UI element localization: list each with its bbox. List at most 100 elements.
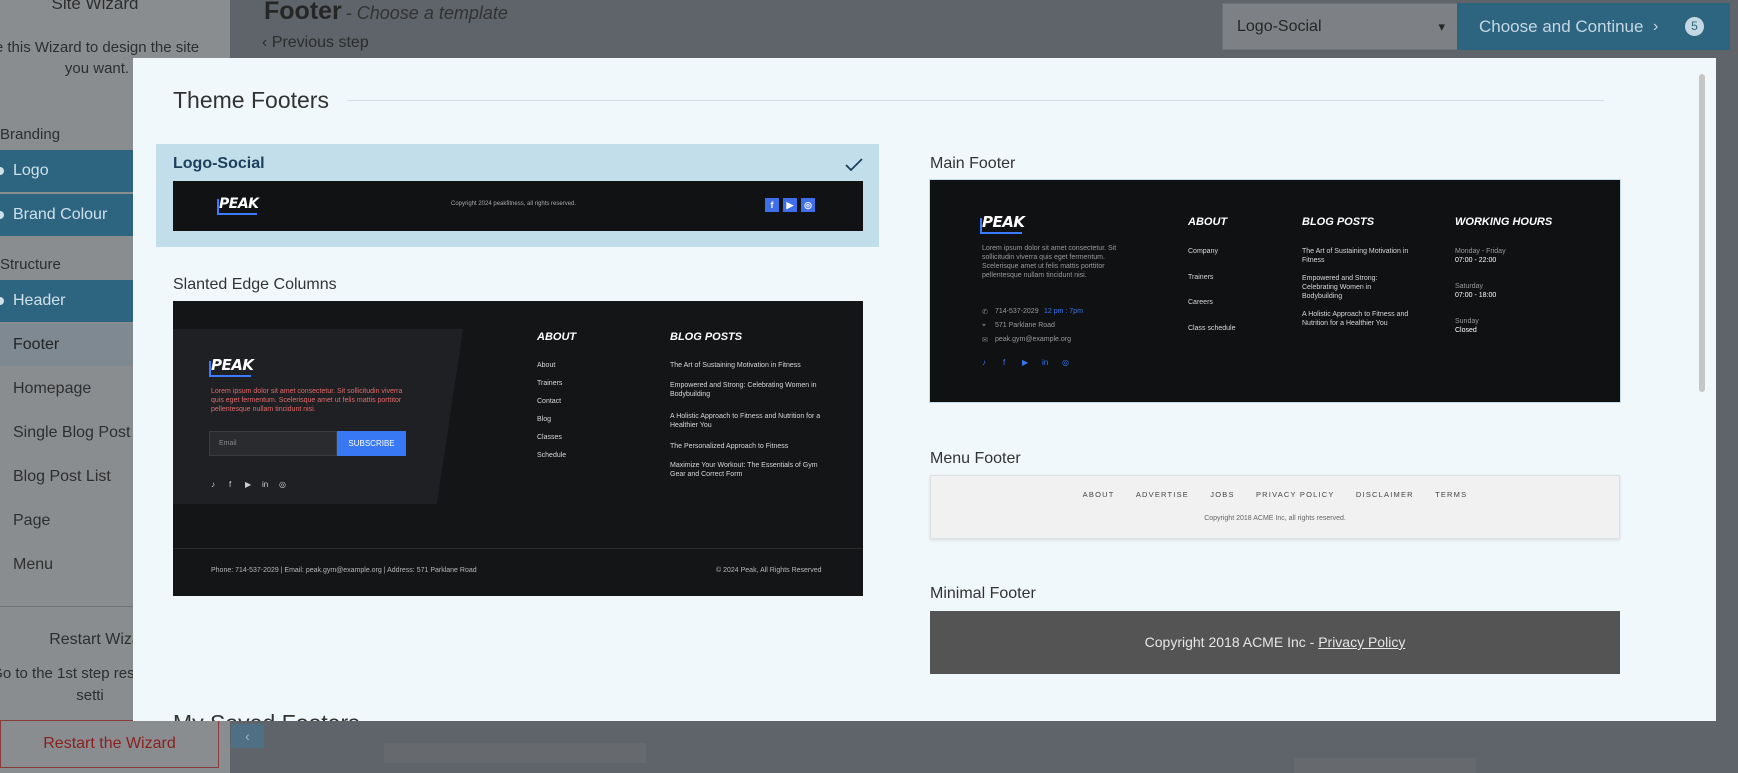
instagram-icon: ◎ (1062, 358, 1069, 367)
subscribe-button: SUBSCRIBE (337, 431, 406, 456)
linkedin-icon: in (262, 480, 269, 489)
about-link: Trainers (1188, 274, 1214, 281)
slanted-preview: PEAK Lorem ipsum dolor sit amet consecte… (173, 301, 863, 596)
section-branding: Branding (0, 126, 61, 143)
template-card-minimal-footer[interactable]: Minimal Footer Copyright 2018 ACME Inc -… (930, 585, 1620, 675)
checkmark-icon (845, 158, 863, 172)
menu-link: DISCLAIMER (1355, 490, 1414, 499)
restart-wizard-button[interactable]: Restart the Wizard (0, 720, 219, 768)
lorem-line: quis eget fermentum. Scelerisque amet ut… (211, 397, 402, 404)
facebook-icon: f (1003, 358, 1006, 367)
template-label: Logo-Social (173, 155, 265, 172)
about-link: Blog (537, 416, 552, 423)
step-dot-icon (0, 167, 4, 175)
main-footer-preview: PEAK Lorem ipsum dolor sit amet consecte… (930, 180, 1620, 402)
logo-social-preview: PEAK Copyright 2024 peakfitness, all rig… (173, 181, 863, 231)
about-heading: ABOUT (1188, 216, 1228, 228)
placeholder-block (384, 743, 646, 763)
chevron-right-icon: › (1653, 18, 1659, 35)
previous-step-link[interactable]: ‹ Previous step (262, 34, 369, 52)
about-link: Class schedule (1188, 325, 1236, 332)
lorem-line: pellentesque nullam tincidunt nisi. (211, 406, 316, 413)
hours-time: 07:00 - 22:00 (1455, 257, 1497, 264)
template-card-logo-social[interactable]: Logo-Social PEAK Copyright 2024 peakfitn… (173, 155, 863, 239)
minimal-footer-preview: Copyright 2018 ACME Inc - Privacy Policy (930, 611, 1620, 674)
peak-logo: PEAK (208, 356, 254, 377)
about-link: Schedule (537, 452, 567, 459)
saved-footers-heading: My Saved Footers (173, 710, 360, 721)
lorem-line: pellentesque nullam tincidunt nisi. (982, 272, 1087, 279)
template-card-menu-footer[interactable]: Menu Footer ABOUT ADVERTISE JOBS PRIVACY… (930, 450, 1620, 540)
about-link: About (537, 362, 556, 369)
modal-scrollbar[interactable] (1699, 74, 1705, 392)
blog-post-link: Healthier You (670, 422, 712, 429)
page-title: Footer - Choose a template (264, 0, 508, 25)
hours-time: Closed (1455, 327, 1477, 334)
about-heading: ABOUT (537, 331, 577, 343)
blog-post-link: A Holistic Approach to Fitness and Nutri… (670, 413, 821, 420)
phone-icon: ✆ (982, 309, 988, 316)
lorem-line: Lorem ipsum dolor sit amet consectetur. … (982, 245, 1117, 252)
step-dot-icon (0, 297, 4, 305)
address-text: 571 Parklane Road (995, 322, 1055, 329)
about-link: Classes (537, 434, 562, 441)
template-card-main-footer[interactable]: Main Footer PEAK Lorem ipsum dolor sit a… (930, 155, 1620, 402)
blog-post-link: Celebrating Women in (1302, 284, 1372, 291)
youtube-icon: ▶ (245, 480, 252, 489)
template-select[interactable]: Logo-Social ▾ (1222, 3, 1458, 50)
footer-copyright: Copyright 2024 peakfitness, all rights r… (451, 201, 577, 207)
blog-post-link: The Art of Sustaining Motivation in Fitn… (670, 362, 801, 369)
blog-heading: BLOG POSTS (1302, 216, 1375, 228)
modal-title: Theme Footers (173, 87, 329, 113)
blog-post-link: Nutrition for a Healthier You (1302, 320, 1388, 327)
facebook-icon: f (765, 198, 779, 212)
blog-post-link: Empowered and Strong: (1302, 275, 1378, 282)
blog-post-link: Fitness (1302, 257, 1325, 264)
blog-post-link: Gear and Correct Form (670, 471, 743, 478)
instagram-icon: ◎ (801, 198, 815, 212)
footer-copyright: © 2024 Peak, All Rights Reserved (716, 567, 822, 574)
blog-post-link: The Art of Sustaining Motivation in (1302, 248, 1409, 255)
blog-post-link: The Personalized Approach to Fitness (670, 443, 789, 450)
facebook-icon: f (229, 480, 232, 489)
tiktok-icon: ♪ (211, 480, 215, 489)
footer-contact-info: Phone: 714-537-2029 | Email: peak.gym@ex… (211, 567, 477, 574)
template-card-slanted-edge-columns[interactable]: Slanted Edge Columns PEAK Lorem ipsum do… (173, 276, 863, 596)
menu-link: ADVERTISE (1135, 490, 1189, 499)
location-icon: ⌖ (982, 322, 986, 329)
tiktok-icon: ♪ (982, 358, 986, 367)
about-link: Contact (537, 398, 562, 405)
blog-post-link: Maximize Your Workout: The Essentials of… (670, 462, 818, 469)
blog-post-link: A Holistic Approach to Fitness and (1302, 311, 1409, 318)
template-label: Main Footer (930, 155, 1016, 172)
email-text: peak.gym@example.org (995, 336, 1071, 343)
youtube-icon: ▶ (1022, 358, 1029, 367)
lorem-line: sollicitudin viverra quis eget fermentum… (982, 254, 1105, 261)
about-link: Careers (1188, 299, 1213, 306)
template-label: Slanted Edge Columns (173, 276, 337, 293)
linkedin-icon: in (1042, 358, 1049, 367)
mail-icon: ✉ (982, 337, 988, 344)
youtube-icon: ▶ (783, 198, 797, 212)
menu-link: ABOUT (1082, 490, 1115, 499)
hours-time: 07:00 - 18:00 (1455, 292, 1497, 299)
privacy-policy-link: Privacy Policy (1318, 634, 1406, 650)
blog-post-link: Bodybuilding (670, 391, 711, 398)
page-header: Footer - Choose a template ‹ Previous ste… (230, 0, 1738, 58)
chevron-left-icon[interactable]: ‹ (231, 724, 264, 748)
template-label: Menu Footer (930, 450, 1021, 467)
menu-link: JOBS (1210, 490, 1235, 499)
choose-continue-button[interactable]: Choose and Continue › 5 (1457, 3, 1730, 50)
menu-footer-links: ABOUT ADVERTISE JOBS PRIVACY POLICY DISC… (931, 490, 1619, 499)
hours-day: Sunday (1455, 318, 1479, 325)
lorem-line: Scelerisque amet ut felis mattis porttit… (982, 263, 1105, 270)
hours-heading: WORKING HOURS (1455, 216, 1553, 228)
hours-short: 12 pm : 7pm (1044, 308, 1083, 315)
menu-link: PRIVACY POLICY (1255, 490, 1335, 499)
section-structure: Structure (0, 256, 61, 273)
about-link: Company (1188, 248, 1218, 255)
menu-footer-preview: ABOUT ADVERTISE JOBS PRIVACY POLICY DISC… (930, 475, 1620, 539)
template-label: Minimal Footer (930, 585, 1036, 602)
phone-text: 714-537-2029 (995, 308, 1039, 315)
template-modal: Theme Footers Logo-Social PEAK Copyright… (133, 58, 1716, 721)
